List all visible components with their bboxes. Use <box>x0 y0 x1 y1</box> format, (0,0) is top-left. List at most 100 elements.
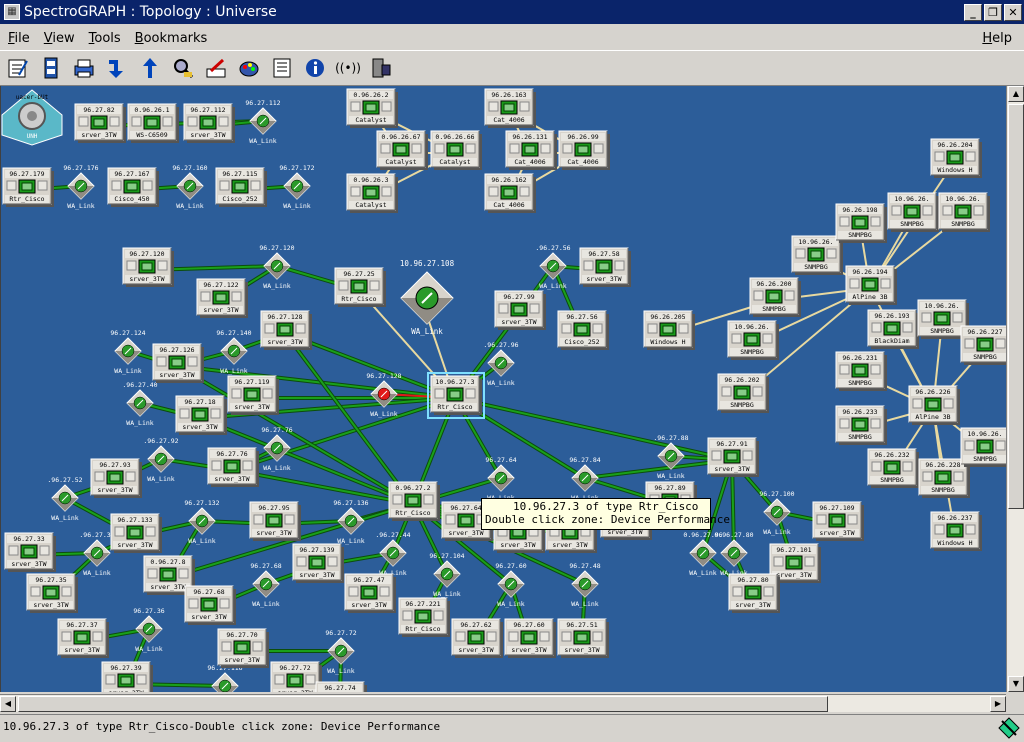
wa-link-large-node[interactable]: 10.96.27.108 WA_Link <box>400 259 455 336</box>
maximize-button[interactable]: ❐ <box>984 3 1002 21</box>
wa-link-node[interactable]: 96.27.64WA_Link <box>485 456 516 502</box>
wa-link-node[interactable]: .96.27.40 WA_Link <box>122 381 157 427</box>
wa-link-node[interactable]: 96.27.128 WA_Link <box>366 372 401 418</box>
device-node[interactable]: 0.96.27.2 Rtr_Cisco <box>388 481 440 521</box>
wa-link-node[interactable]: 96.27.36 WA_Link <box>133 607 164 653</box>
device-node[interactable]: 96.27.139 srver_3TW <box>292 543 344 583</box>
palette-icon[interactable] <box>235 54 263 82</box>
wa-link-node[interactable]: 96.27.176 WA_Link <box>63 164 98 210</box>
menu-bookmarks[interactable]: Bookmarks <box>129 31 214 46</box>
menu-view[interactable]: View <box>38 31 81 46</box>
device-node[interactable]: 96.26.205 Windows H <box>643 310 695 350</box>
device-node[interactable]: 96.27.35 srver_3TW <box>26 573 78 613</box>
device-node[interactable]: 96.27.47 srver_3TW <box>344 573 396 613</box>
device-node[interactable]: 96.27.18 srver_3TW <box>175 395 227 435</box>
alarm-icon[interactable]: ((•)) <box>334 54 362 82</box>
device-node[interactable]: 96.27.115 Cisco_252 <box>215 167 267 207</box>
wa-link-node[interactable]: 96.27.120 WA_Link <box>259 244 294 290</box>
device-node[interactable]: 96.26.194 AlPine 3B <box>845 265 897 305</box>
info-icon[interactable] <box>301 54 329 82</box>
wa-link-node[interactable]: 96.27.140 WA_Link <box>216 329 251 375</box>
device-node[interactable]: 96.26.131 Cat_4006 <box>505 130 557 170</box>
notepad-icon[interactable] <box>4 54 32 82</box>
wa-link-node[interactable]: .96.27.92 WA_Link <box>143 437 178 483</box>
wa-link-node[interactable]: .96.27.32 WA_Link <box>79 531 114 577</box>
device-node[interactable]: 96.27.51 srver_3TW <box>557 618 609 658</box>
device-node[interactable]: 96.26.193 BlackDiam <box>867 309 919 349</box>
wa-link-node[interactable]: 96.27.48 WA_Link <box>569 562 600 608</box>
device-node[interactable]: 96.26.237 Windows H <box>930 511 982 551</box>
device-node[interactable]: 96.27.68 srver_3TW <box>184 585 236 625</box>
wa-link-node[interactable]: 96.27.72 WA_Link <box>325 629 356 675</box>
wa-link-node[interactable]: 96.27.160 WA_Link <box>172 164 207 210</box>
device-node[interactable]: 96.26.204 Windows H <box>930 138 982 178</box>
device-node[interactable]: 0.96.26.3 Catalyst <box>346 173 398 213</box>
device-node[interactable]: 96.27.37 srver_3TW <box>57 618 109 658</box>
device-icon[interactable] <box>367 54 395 82</box>
device-node[interactable]: 96.27.33 srver_3TW <box>4 532 56 572</box>
wa-link-node[interactable]: 96.27.172 WA_Link <box>279 164 314 210</box>
device-node[interactable]: 10.96.26. SNMPBG <box>727 320 779 360</box>
device-node[interactable]: 96.26.227 SNMPBG <box>960 325 1006 365</box>
menu-tools[interactable]: Tools <box>83 31 127 46</box>
wa-link-node[interactable]: 96.27.76 WA_Link <box>261 426 292 472</box>
device-node[interactable]: 96.27.80 srver_3TW <box>728 573 780 613</box>
device-node[interactable]: 96.27.95 srver_3TW <box>249 501 301 541</box>
device-node[interactable]: 96.27.99 srver_3TW <box>494 290 546 330</box>
device-node[interactable]: 96.27.62 srver_3TW <box>451 618 503 658</box>
wa-link-node[interactable]: .96.27.88 WA_Link <box>653 434 688 480</box>
wa-link-node[interactable]: 96.27.60 WA_Link <box>495 562 526 608</box>
device-node[interactable]: 10.96.26. SNMPBG <box>887 192 939 232</box>
go-up-icon[interactable] <box>136 54 164 82</box>
wa-link-node[interactable]: .96.27.44WA_Link <box>375 531 410 577</box>
device-node[interactable]: 96.26.232 SNMPBG <box>867 448 919 488</box>
device-node[interactable]: 96.27.167 Cisco_450 <box>107 167 159 207</box>
device-node[interactable]: 96.26.198 SNMPBG <box>835 203 887 243</box>
scroll-up-arrow[interactable]: ▲ <box>1008 86 1024 102</box>
locator-icon[interactable] <box>37 54 65 82</box>
scroll-left-arrow[interactable]: ◀ <box>0 696 16 712</box>
device-node[interactable]: 10.96.26. SNMPBG <box>791 235 843 275</box>
wa-link-node[interactable]: 0.96.27.80WA_Link <box>714 531 753 577</box>
device-node[interactable]: 96.26.226 AlPine 3B <box>908 385 960 425</box>
device-node[interactable]: 0.96.26.66 Catalyst <box>430 130 482 170</box>
wa-link-node[interactable]: 96.27.116WA_Link <box>207 664 243 692</box>
wa-link-node[interactable]: 96.27.124 WA_Link <box>110 329 145 375</box>
print-icon[interactable] <box>70 54 98 82</box>
topology-canvas[interactable]: 96.27.112 WA_Link 96.27.176 WA_Link 96.27.16… <box>0 86 1006 692</box>
device-node[interactable]: 96.27.91 srver_3TW <box>707 437 759 477</box>
device-node[interactable]: 10.96.26. SNMPBG <box>938 192 990 232</box>
device-node[interactable]: 96.27.112 srver_3TW <box>183 103 235 143</box>
device-node[interactable]: 96.27.58 srver_3TW <box>579 247 631 287</box>
device-node[interactable]: 0.96.26.2 Catalyst <box>346 88 398 128</box>
device-node[interactable]: 96.27.122 srver_3TW <box>196 278 248 318</box>
wa-link-node[interactable]: 96.27.84WA_Link <box>569 456 600 502</box>
device-node[interactable]: 96.27.133 srver_3TW <box>110 513 162 553</box>
horizontal-scroll-thumb[interactable] <box>18 696 828 712</box>
vertical-scrollbar[interactable]: ▲ ▼ <box>1006 86 1024 692</box>
scroll-down-arrow[interactable]: ▼ <box>1008 676 1024 692</box>
go-down-icon[interactable] <box>103 54 131 82</box>
device-node[interactable]: 96.27.60 srver_3TW <box>504 618 556 658</box>
device-node[interactable]: 10.96.26. SNMPBG <box>960 427 1006 467</box>
device-node[interactable]: 96.27.74srver_3TW <box>315 681 367 692</box>
wa-link-node[interactable]: 96.27.112 WA_Link <box>245 99 280 145</box>
device-node[interactable]: 96.27.109 srver_3TW <box>812 501 864 541</box>
wa-link-node[interactable]: 96.27.68 WA_Link <box>250 562 281 608</box>
device-node[interactable]: 96.27.128 srver_3TW <box>260 310 312 350</box>
device-node[interactable]: 0.96.26.1 WS-C6509 <box>127 103 179 143</box>
horizontal-scrollbar[interactable]: ◀ ▶ <box>0 694 1006 712</box>
menu-help[interactable]: Help <box>976 31 1018 46</box>
vertical-scroll-thumb[interactable] <box>1008 104 1024 509</box>
device-node[interactable]: 96.27.93 srver_3TW <box>90 458 142 498</box>
device-node[interactable]: 96.27.82 srver_3TW <box>74 103 126 143</box>
device-node[interactable]: 96.26.200 SNMPBG <box>749 277 801 317</box>
scroll-right-arrow[interactable]: ▶ <box>990 696 1006 712</box>
device-node[interactable]: 96.27.39 srver_3TW <box>101 661 153 692</box>
wa-link-node[interactable]: 96.27.132 WA_Link <box>184 499 219 545</box>
close-button[interactable]: ✕ <box>1004 3 1022 21</box>
selected-router-node[interactable]: 10.96.27.3 Rtr_Cisco <box>427 372 485 419</box>
device-node[interactable]: 96.27.119 srver_3TW <box>227 375 279 415</box>
device-node[interactable]: 96.27.76 srver_3TW <box>207 447 259 487</box>
device-node[interactable]: 96.26.228 SNMPBG <box>918 458 970 498</box>
